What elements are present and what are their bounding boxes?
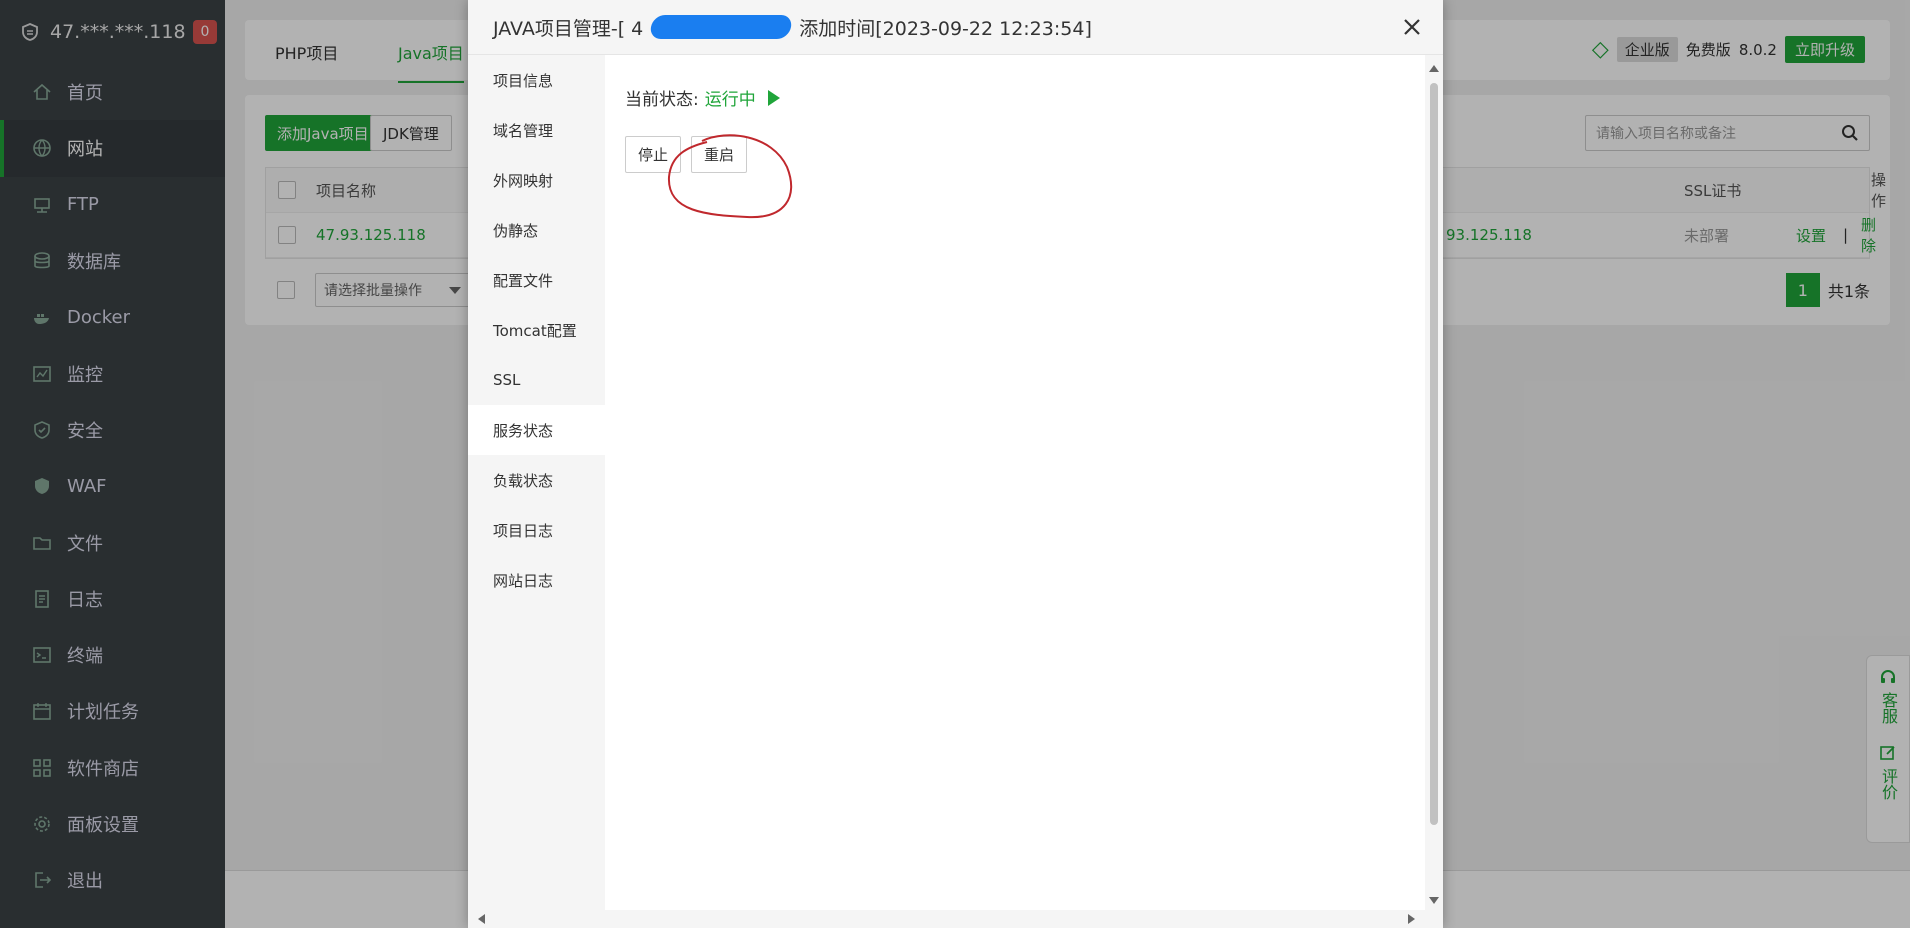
modal-nav-item[interactable]: 项目信息: [468, 55, 605, 105]
status-line: 当前状态: 运行中: [625, 85, 780, 110]
modal-title-suffix: 添加时间[2023-09-22 12:23:54]: [799, 17, 1092, 40]
status-label: 当前状态:: [625, 90, 699, 110]
modal-nav-item[interactable]: 服务状态: [468, 405, 605, 455]
horizontal-scrollbar[interactable]: [468, 910, 1443, 928]
modal-nav-item[interactable]: 网站日志: [468, 555, 605, 605]
java-project-modal: JAVA项目管理-[ 4 添加时间[2023-09-22 12:23:54] 项…: [468, 0, 1443, 928]
modal-nav-item[interactable]: Tomcat配置: [468, 305, 605, 355]
scrollbar-thumb[interactable]: [1430, 83, 1438, 825]
annotation-circle: [667, 134, 793, 219]
play-icon: [767, 89, 780, 106]
vertical-scrollbar[interactable]: [1425, 55, 1443, 910]
modal-nav-item[interactable]: 项目日志: [468, 505, 605, 555]
modal-title-prefix: JAVA项目管理-[ 4: [493, 17, 644, 40]
modal-title: JAVA项目管理-[ 4 添加时间[2023-09-22 12:23:54]: [468, 0, 1443, 55]
scroll-left-icon[interactable]: [478, 914, 485, 924]
modal-nav-item[interactable]: 外网映射: [468, 155, 605, 205]
scroll-up-icon[interactable]: [1429, 65, 1439, 72]
redaction-mark: [649, 15, 794, 39]
modal-nav-item[interactable]: 负载状态: [468, 455, 605, 505]
modal-nav-item[interactable]: 域名管理: [468, 105, 605, 155]
modal-nav-item[interactable]: 伪静态: [468, 205, 605, 255]
scroll-right-icon[interactable]: [1408, 914, 1415, 924]
modal-nav: 项目信息 域名管理 外网映射 伪静态 配置文件 Tomcat配置 SSL 服务状态 负载状态 项目…: [468, 55, 605, 910]
status-value: 运行中: [704, 90, 756, 110]
modal-nav-item[interactable]: SSL: [468, 355, 605, 405]
service-status-panel: 当前状态: 运行中 停止 重启: [605, 55, 1425, 910]
scroll-down-icon[interactable]: [1429, 897, 1439, 904]
close-icon[interactable]: [1399, 14, 1425, 40]
modal-nav-item[interactable]: 配置文件: [468, 255, 605, 305]
